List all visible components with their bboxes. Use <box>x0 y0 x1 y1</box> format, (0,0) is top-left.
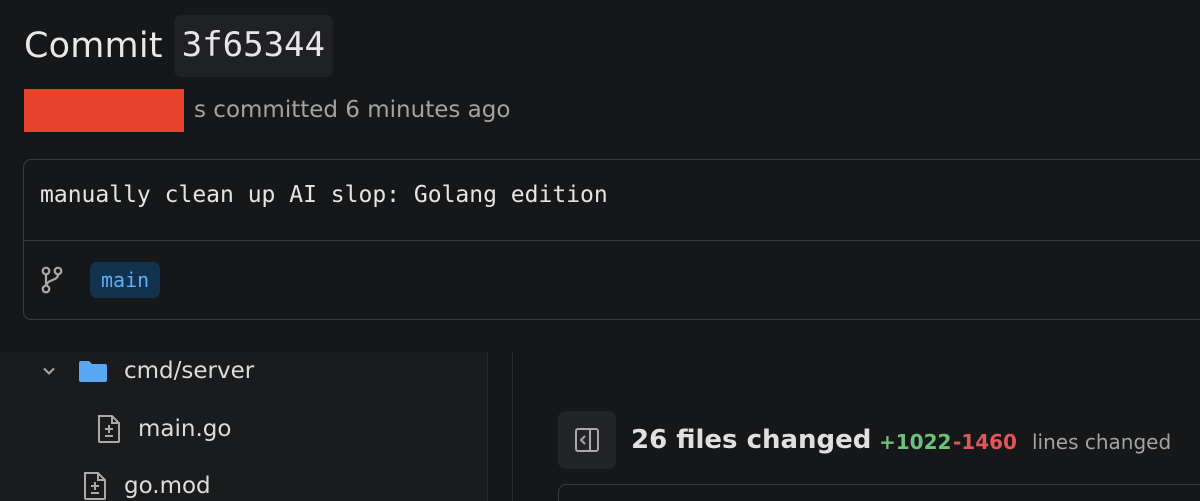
additions-count: +1022 <box>879 430 952 454</box>
chevron-down-icon <box>43 367 55 375</box>
file-diff-icon <box>98 415 120 443</box>
folder-icon <box>79 361 107 382</box>
author-redaction <box>24 89 184 132</box>
toggle-file-tree-button[interactable] <box>558 411 616 469</box>
commit-author-row: s committed 6 minutes ago <box>24 89 624 133</box>
file-diff-card <box>558 484 1200 501</box>
commit-message-box: manually clean up AI slop: Golang editio… <box>23 159 1200 320</box>
commit-header: Commit 3f65344 s committed 6 minutes ago… <box>0 0 1200 352</box>
tree-item-file[interactable]: main.go <box>96 409 231 449</box>
commit-message: manually clean up AI slop: Golang editio… <box>40 182 608 208</box>
commit-title-word: Commit <box>24 26 163 66</box>
tree-item-label: go.mod <box>124 473 211 499</box>
tree-item-label: main.go <box>138 416 232 442</box>
commit-sha[interactable]: 3f65344 <box>173 15 333 77</box>
tree-item-folder[interactable]: cmd/server <box>40 351 254 391</box>
files-changed-count: 26 files changed <box>631 425 872 455</box>
git-branch-icon <box>41 266 63 294</box>
sidebar-collapse-icon <box>575 428 599 452</box>
commit-time: s committed 6 minutes ago <box>194 97 511 123</box>
tree-item-label: cmd/server <box>124 358 255 384</box>
tree-item-file[interactable]: go.mod <box>82 466 211 501</box>
commit-box-divider <box>24 240 1200 241</box>
page-title: Commit 3f65344 <box>24 14 333 78</box>
branch-badge[interactable]: main <box>90 262 161 298</box>
lines-changed-label: lines changed <box>1032 430 1172 454</box>
file-diff-icon <box>84 472 106 500</box>
deletions-count: -1460 <box>953 430 1017 454</box>
